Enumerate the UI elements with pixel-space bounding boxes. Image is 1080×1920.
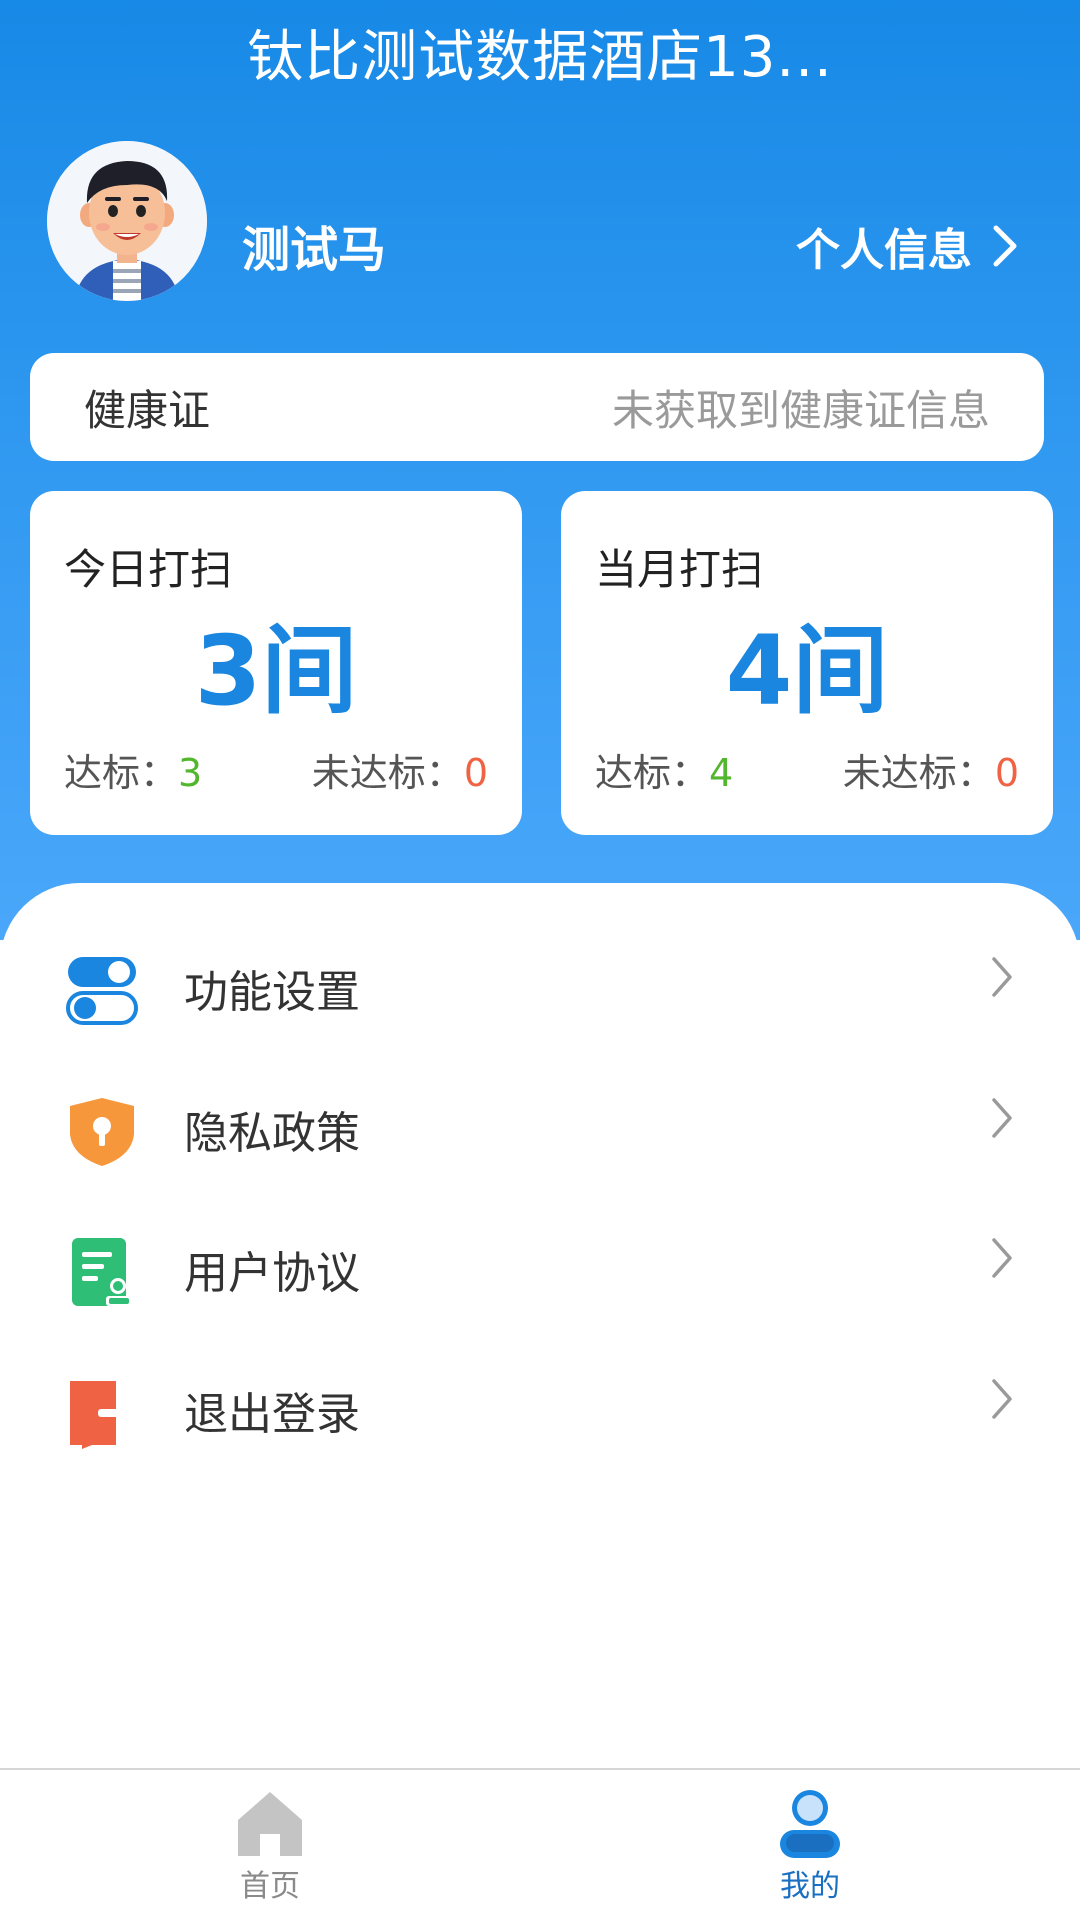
ok-value: 4 [709, 751, 734, 795]
toggle-settings-icon [66, 957, 138, 1025]
chevron-right-icon [992, 1098, 1012, 1138]
menu-item-user-agreement[interactable]: 用户协议 [0, 1236, 1080, 1376]
health-cert-row[interactable]: 健康证 未获取到健康证信息 [30, 353, 1044, 461]
not-ok-label: 未达标： [311, 751, 464, 795]
logout-icon [70, 1381, 136, 1449]
avatar[interactable] [47, 141, 207, 301]
ok-label: 达标： [595, 751, 710, 795]
avatar-image [47, 141, 207, 301]
tab-mine[interactable]: 我的 [710, 1770, 910, 1920]
menu-item-label: 隐私政策 [184, 1108, 360, 1159]
menu-item-label: 退出登录 [184, 1389, 360, 1440]
chevron-right-icon [992, 1238, 1012, 1278]
menu-item-settings[interactable]: 功能设置 [0, 955, 1080, 1095]
chevron-right-icon [992, 1379, 1012, 1419]
not-ok-stat: 未达标：0 [312, 742, 488, 797]
tab-label: 首页 [240, 1869, 300, 1904]
profile-info-label: 个人信息 [796, 225, 972, 276]
menu-item-privacy[interactable]: 隐私政策 [0, 1096, 1080, 1236]
menu-item-label: 功能设置 [184, 967, 360, 1018]
tab-label: 我的 [780, 1869, 840, 1904]
privacy-shield-icon [70, 1098, 134, 1166]
user-agreement-icon [72, 1238, 132, 1306]
room-count: 3间 [194, 615, 358, 727]
ok-stat: 达标：4 [595, 742, 733, 797]
health-cert-label: 健康证 [84, 385, 211, 435]
not-ok-stat: 未达标：0 [843, 742, 1019, 797]
card-title: 今日打扫 [64, 545, 233, 594]
ok-value: 3 [178, 751, 203, 795]
chevron-right-icon [992, 957, 1012, 997]
menu-item-label: 用户协议 [184, 1248, 360, 1299]
not-ok-label: 未达标： [842, 751, 995, 795]
health-cert-value: 未获取到健康证信息 [611, 385, 990, 435]
ok-label: 达标： [64, 751, 179, 795]
tab-home[interactable]: 首页 [170, 1770, 370, 1920]
not-ok-value: 0 [994, 751, 1019, 795]
not-ok-value: 0 [463, 751, 488, 795]
profile-info-link[interactable]: 个人信息 [796, 214, 1020, 278]
bottom-tab-bar: 首页 我的 [0, 1768, 1080, 1920]
chevron-right-icon [993, 225, 1017, 267]
home-icon [238, 1792, 302, 1856]
room-count: 4间 [725, 615, 889, 727]
user-icon [780, 1790, 840, 1858]
username: 测试马 [242, 222, 387, 278]
today-cleaning-card[interactable]: 今日打扫 3间 达标：3 未达标：0 [30, 491, 522, 835]
menu-item-logout[interactable]: 退出登录 [0, 1377, 1080, 1517]
page-title: 钛比测试数据酒店13... [247, 25, 833, 90]
ok-stat: 达标：3 [64, 742, 202, 797]
card-title: 当月打扫 [595, 545, 764, 594]
month-cleaning-card[interactable]: 当月打扫 4间 达标：4 未达标：0 [561, 491, 1053, 835]
